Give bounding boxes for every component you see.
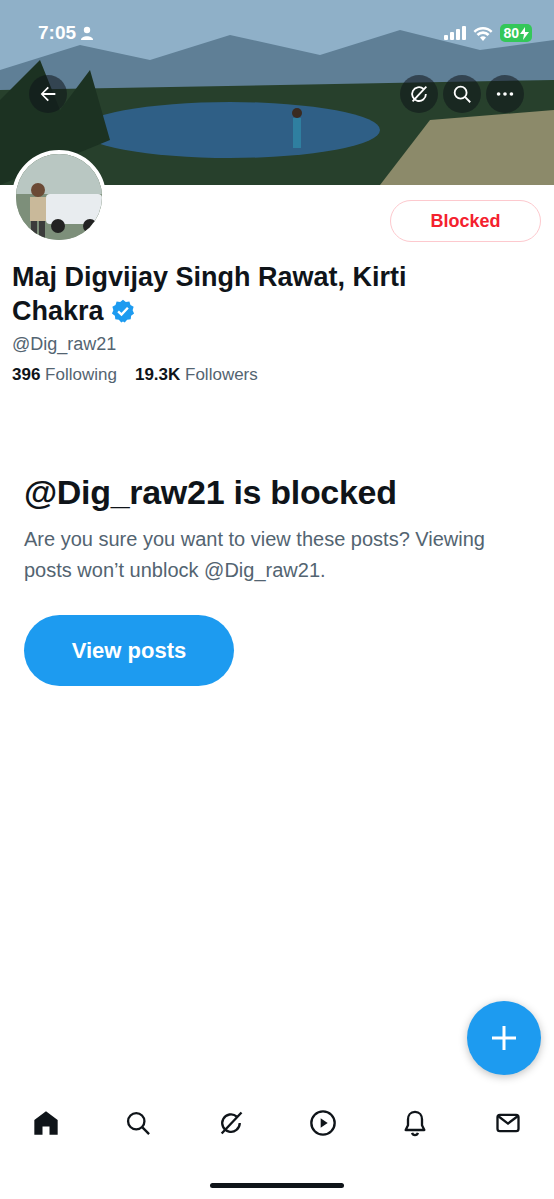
messages-icon [494,1109,522,1137]
fab-row [0,1001,554,1075]
profile-counts: 396 Following 19.3K Followers [12,363,542,387]
blocked-button[interactable]: Blocked [390,200,541,242]
grok-icon [408,83,430,105]
profile-toolbar [0,75,554,113]
followers-label: Followers [185,365,258,384]
grok-button[interactable] [400,75,438,113]
search-icon [124,1109,152,1137]
signal-icon [444,26,466,40]
banner-overlay: 7:05 80 [0,0,554,113]
nav-item[interactable] [462,1085,554,1161]
blocked-message: Are you sure you want to view these post… [24,524,530,586]
verified-badge-icon [110,298,136,324]
profile-avatar[interactable] [12,150,106,244]
battery-level: 80 [503,25,519,41]
back-button[interactable] [29,75,67,113]
more-icon [494,83,516,105]
profile-section: Blocked Maj Digvijay Singh Rawat, Kirti C… [0,185,554,387]
following-link[interactable]: 396 Following [12,363,117,387]
blocked-title: @Dig_raw21 is blocked [24,472,530,512]
following-count: 396 [12,365,40,384]
bottom-nav [0,1085,554,1161]
home-indicator-area [0,1161,554,1199]
nav-item[interactable] [369,1085,461,1161]
status-left: 7:05 [38,22,94,44]
profile-name-row: Maj Digvijay Singh Rawat, Kirti Chakra [12,260,432,328]
back-arrow-icon [37,83,59,105]
compose-button[interactable] [467,1001,541,1075]
charging-bolt-icon [520,27,529,40]
notifications-icon [401,1109,429,1137]
view-posts-button[interactable]: View posts [24,615,234,686]
wifi-icon [473,26,493,41]
profile-handle: @Dig_raw21 [12,332,542,356]
battery-indicator: 80 [500,24,532,42]
followers-count: 19.3K [135,365,180,384]
search-button[interactable] [443,75,481,113]
status-bar: 7:05 80 [0,0,554,44]
more-button[interactable] [486,75,524,113]
following-label: Following [45,365,117,384]
home-icon [32,1109,60,1137]
grok-icon [217,1109,245,1137]
content-spacer [0,686,554,1001]
blocked-notice: @Dig_raw21 is blocked Are you sure you wa… [0,472,554,686]
nav-item[interactable] [277,1085,369,1161]
home-indicator [210,1183,344,1188]
plus-icon [489,1023,519,1053]
nav-item[interactable] [0,1085,92,1161]
nav-item[interactable] [185,1085,277,1161]
search-icon [451,83,473,105]
status-right: 80 [444,24,532,42]
profile-info: Maj Digvijay Singh Rawat, Kirti Chakra @D… [0,260,554,387]
followers-link[interactable]: 19.3K Followers [135,363,258,387]
person-icon [80,26,94,40]
nav-item[interactable] [92,1085,184,1161]
clock: 7:05 [38,22,76,44]
video-icon [309,1109,337,1137]
profile-name: Maj Digvijay Singh Rawat, Kirti Chakra [12,262,407,326]
